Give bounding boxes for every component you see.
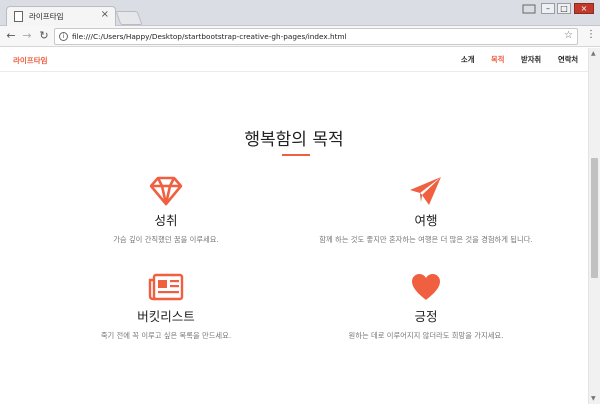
maximize-button[interactable]: □ bbox=[557, 3, 571, 14]
scroll-down-icon[interactable]: ▼ bbox=[591, 395, 596, 402]
page-viewport: 라이프타임 소개 목적 받자취 연락처 행복함의 목적 성취 가슴 깊이 간직했… bbox=[0, 48, 588, 404]
minimize-button[interactable]: – bbox=[541, 3, 555, 14]
url-text[interactable]: file:///C:/Users/Happy/Desktop/startboot… bbox=[72, 32, 347, 41]
feature-bucket-list: 버킷리스트 죽기 전에 꼭 이루고 싶은 목록을 만드세요. bbox=[60, 272, 272, 342]
forward-button[interactable]: → bbox=[20, 29, 34, 43]
section-title: 행복함의 목적 bbox=[244, 130, 344, 150]
newspaper-icon bbox=[148, 273, 184, 301]
feature-title: 긍정 bbox=[414, 309, 438, 324]
browser-tab[interactable]: 라이프타임 × bbox=[6, 6, 116, 27]
close-window-button[interactable]: × bbox=[574, 3, 594, 14]
bookmark-star-icon[interactable]: ☆ bbox=[564, 30, 573, 41]
scroll-thumb[interactable] bbox=[591, 158, 598, 278]
browser-menu-icon[interactable]: ⋮ bbox=[586, 29, 596, 40]
feature-description: 함께 하는 것도 좋지만 혼자하는 여행은 더 많은 것을 경험하게 됩니다. bbox=[319, 235, 533, 244]
feature-positive: 긍정 원하는 데로 이루어지지 않더라도 희망을 가지세요. bbox=[312, 272, 540, 342]
feature-travel: 여행 함께 하는 것도 좋지만 혼자하는 여행은 더 많은 것을 경험하게 됩니… bbox=[312, 176, 540, 246]
title-divider bbox=[282, 154, 310, 156]
back-button[interactable]: ← bbox=[4, 29, 18, 43]
feature-title: 성취 bbox=[154, 213, 178, 228]
page-scrollbar[interactable]: ▲ ▼ bbox=[588, 48, 600, 404]
scroll-up-icon[interactable]: ▲ bbox=[591, 50, 596, 57]
feature-achievement: 성취 가슴 깊이 간직했던 꿈을 이루세요. bbox=[60, 176, 272, 246]
nav-item-intro[interactable]: 소개 bbox=[461, 55, 474, 65]
tab-close-icon[interactable]: × bbox=[101, 9, 109, 20]
nav-item-history[interactable]: 받자취 bbox=[521, 55, 541, 65]
nav-item-contact[interactable]: 연락처 bbox=[558, 55, 578, 65]
user-icon[interactable] bbox=[522, 4, 536, 14]
info-icon[interactable]: i bbox=[59, 32, 68, 41]
heart-icon bbox=[412, 274, 440, 300]
tab-title: 라이프타임 bbox=[29, 12, 64, 21]
site-navbar: 라이프타임 소개 목적 받자취 연락처 bbox=[0, 48, 588, 72]
feature-title: 여행 bbox=[414, 213, 438, 228]
feature-description: 원하는 데로 이루어지지 않더라도 희망을 가지세요. bbox=[348, 331, 504, 340]
browser-titlebar: 라이프타임 × – □ × bbox=[0, 0, 600, 27]
feature-title: 버킷리스트 bbox=[137, 309, 195, 324]
feature-description: 가슴 깊이 간직했던 꿈을 이루세요. bbox=[113, 235, 219, 244]
feature-description: 죽기 전에 꼭 이루고 싶은 목록을 만드세요. bbox=[100, 331, 232, 340]
browser-toolbar: ← → ↻ i file:///C:/Users/Happy/Desktop/s… bbox=[0, 26, 600, 47]
diamond-icon bbox=[149, 176, 183, 206]
reload-button[interactable]: ↻ bbox=[37, 29, 51, 43]
paper-plane-icon bbox=[410, 177, 441, 205]
site-brand[interactable]: 라이프타임 bbox=[13, 55, 48, 66]
new-tab-button[interactable] bbox=[115, 11, 143, 25]
page-icon bbox=[14, 11, 23, 22]
address-bar[interactable]: i file:///C:/Users/Happy/Desktop/startbo… bbox=[54, 28, 578, 45]
nav-item-purpose[interactable]: 목적 bbox=[491, 55, 504, 65]
